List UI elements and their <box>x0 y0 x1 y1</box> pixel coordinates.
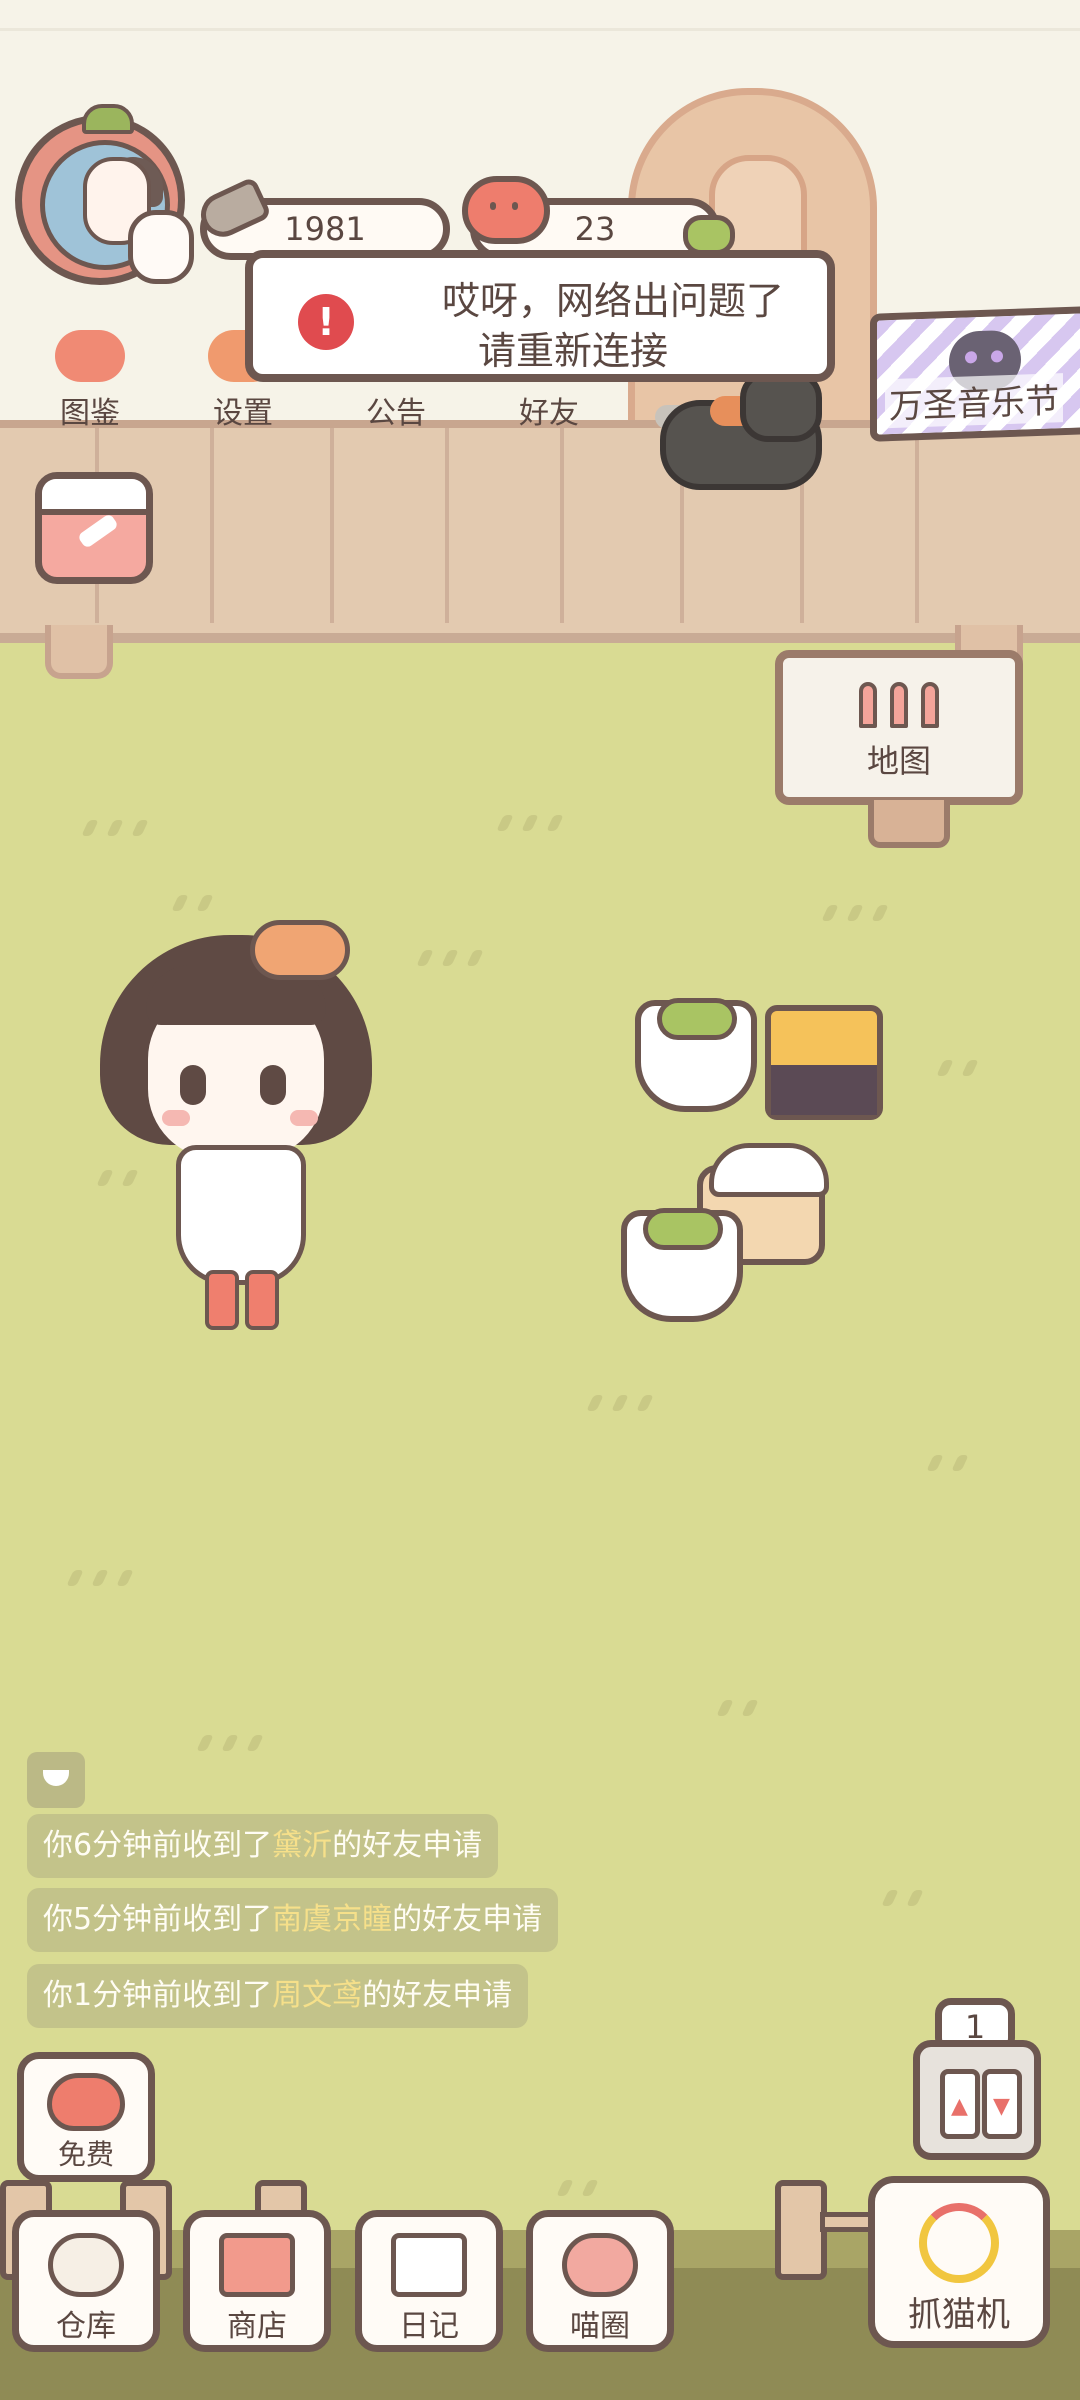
message-sender-name[interactable]: 周文鸢 <box>272 1978 362 2013</box>
grass-tuft <box>881 1890 899 1906</box>
pencil-icon <box>77 512 119 550</box>
fish-currency-value: 1981 <box>284 210 366 248</box>
cat-face-icon <box>55 330 125 382</box>
top-divider <box>0 28 1080 31</box>
leaf-add-icon[interactable] <box>683 215 735 255</box>
nav-label: 日记 <box>399 2309 459 2344</box>
nav-label: 喵圈 <box>570 2309 630 2344</box>
nav-cat-circle[interactable]: 喵圈 <box>526 2210 674 2352</box>
claw-machine-label: 抓猫机 <box>908 2295 1010 2335</box>
grass-tuft <box>496 815 514 831</box>
grass-tuft <box>466 950 484 966</box>
grass-tuft <box>246 1735 264 1751</box>
halloween-festival-banner[interactable]: 万圣音乐节 <box>870 306 1080 442</box>
nav-label: 公告 <box>366 396 426 431</box>
cat-on-fence[interactable] <box>640 370 840 490</box>
message-text: 的好友申请 <box>362 1978 513 2013</box>
grass-tuft <box>586 1395 604 1411</box>
fence-post <box>45 625 113 679</box>
grass-tuft <box>106 820 124 836</box>
message-sender-name[interactable]: 南虞京瞳 <box>272 1902 392 1937</box>
nav-shop[interactable]: 商店 <box>183 2210 331 2352</box>
grass-tuft <box>846 905 864 921</box>
message-text: 你1分钟前收到了 <box>43 1978 273 2013</box>
friend-request-message: 你5分钟前收到了南虞京瞳的好友申请 <box>27 1888 559 1952</box>
map-label: 地图 <box>866 742 931 780</box>
claw-machine-button[interactable]: 抓猫机 <box>868 2176 1050 2348</box>
nav-encyclopedia[interactable]: 图鉴 <box>35 330 145 432</box>
message-text: 你5分钟前收到了 <box>43 1902 273 1937</box>
heart-currency-value: 23 <box>574 210 616 248</box>
grass-tuft <box>951 1455 969 1471</box>
grass-tuft <box>66 1570 84 1586</box>
grass-tuft <box>221 1735 239 1751</box>
nav-warehouse[interactable]: 仓库 <box>12 2210 160 2352</box>
grass-tuft <box>521 815 539 831</box>
banner-label: 万圣音乐节 <box>885 373 1063 429</box>
message-text: 的好友申请 <box>332 1828 483 1863</box>
grass-tuft <box>581 2180 599 2196</box>
diary-book-icon <box>391 2233 467 2297</box>
fence-map-icon <box>859 682 939 730</box>
free-label: 免费 <box>57 2138 114 2171</box>
nav-label: 好友 <box>519 396 579 431</box>
message-sender-name[interactable]: 黛沂 <box>272 1828 332 1863</box>
player-character[interactable] <box>100 905 380 1345</box>
bunny-pet-icon <box>128 210 194 284</box>
map-sign-button[interactable]: 地图 <box>775 650 1023 805</box>
grass-tuft <box>821 905 839 921</box>
friend-request-message: 你6分钟前收到了黛沂的好友申请 <box>27 1814 499 1878</box>
error-message-line2: 请重新连接 <box>477 329 668 373</box>
cat-planet-icon <box>562 2233 638 2297</box>
message-text: 的好友申请 <box>392 1902 543 1937</box>
chevron-down-icon <box>43 1770 69 1786</box>
grass-tuft <box>871 905 889 921</box>
sign-post <box>868 800 950 848</box>
error-message-line1: 哎呀，网络出问题了 <box>441 279 784 323</box>
nav-label: 设置 <box>213 396 273 431</box>
grass-tuft <box>906 1890 924 1906</box>
grass-tuft <box>196 1735 214 1751</box>
heart-icon <box>462 176 550 244</box>
free-gift-button[interactable]: 免费 <box>17 2052 155 2182</box>
nav-label: 商店 <box>227 2309 287 2344</box>
hat-icon <box>250 920 350 980</box>
grass-tuft <box>636 1395 654 1411</box>
friend-request-message: 你1分钟前收到了周文鸢的好友申请 <box>27 1964 529 2028</box>
grass-tuft <box>81 820 99 836</box>
shop-icon <box>219 2233 295 2297</box>
matcha-bowl-item[interactable] <box>621 1208 743 1322</box>
grass-tuft <box>416 950 434 966</box>
grass-tuft <box>116 1570 134 1586</box>
claw-icon <box>919 2203 999 2283</box>
grass-tuft <box>556 2180 574 2196</box>
error-icon: ! <box>298 294 354 350</box>
claw-machine-icon: ▲ ▼ <box>913 2040 1041 2160</box>
grass-tuft <box>926 1455 944 1471</box>
snack-tin-item[interactable] <box>765 1005 883 1120</box>
calendar-checkin-button[interactable] <box>35 472 153 584</box>
grass-tuft <box>961 1060 979 1076</box>
grass-tuft <box>546 815 564 831</box>
matcha-bowl-item[interactable] <box>635 998 757 1112</box>
nav-label: 图鉴 <box>60 396 120 431</box>
nav-diary[interactable]: 日记 <box>355 2210 503 2352</box>
chat-collapse-button[interactable] <box>27 1752 85 1808</box>
nav-label: 仓库 <box>56 2309 116 2344</box>
storage-box-icon <box>48 2233 124 2297</box>
message-text: 你6分钟前收到了 <box>43 1828 273 1863</box>
grass-tuft <box>716 1700 734 1716</box>
grass-tuft <box>131 820 149 836</box>
grass-tuft <box>441 950 459 966</box>
grass-tuft <box>91 1570 109 1586</box>
grass-tuft <box>741 1700 759 1716</box>
network-error-dialog: ! 哎呀，网络出问题了 请重新连接 <box>245 250 835 382</box>
heart-icon <box>47 2073 125 2131</box>
grass-tuft <box>611 1395 629 1411</box>
grass-tuft <box>936 1060 954 1076</box>
wooden-fence <box>0 420 1080 643</box>
